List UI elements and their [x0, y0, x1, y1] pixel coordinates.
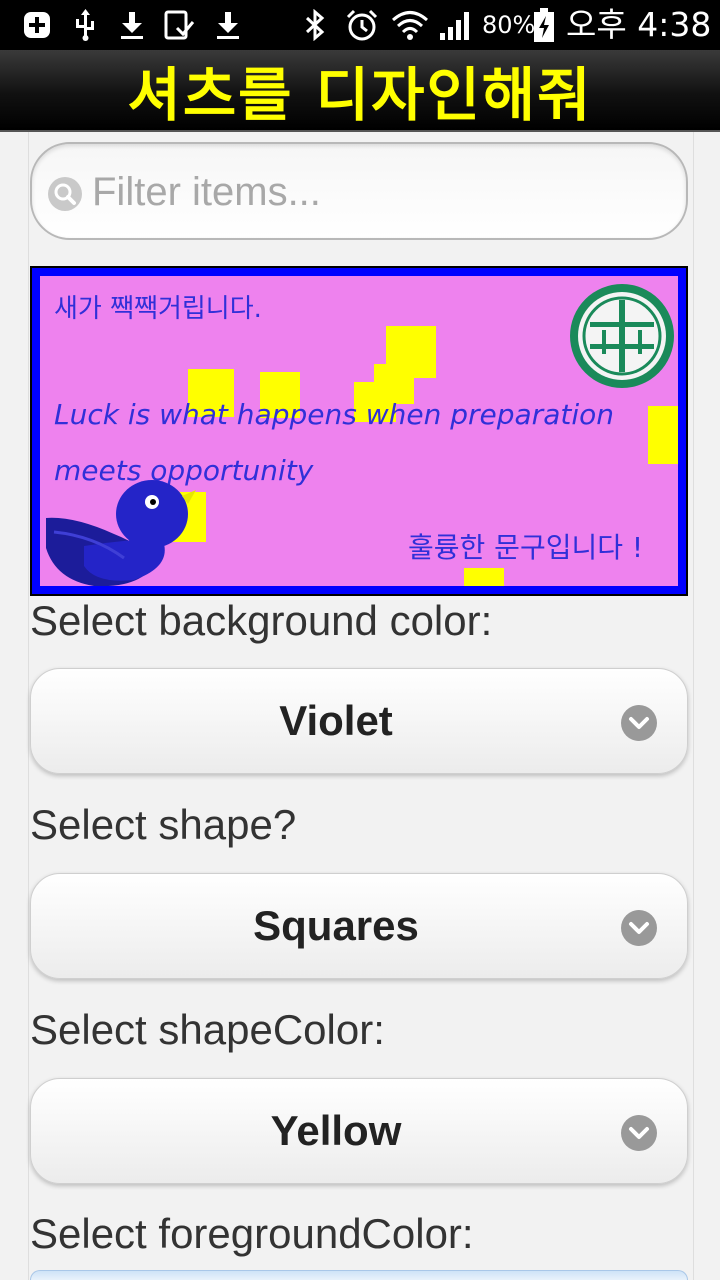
- emblem-logo: [568, 282, 676, 390]
- shape-select[interactable]: Squares: [30, 873, 688, 979]
- shape-color-value: Yellow: [270, 1107, 402, 1154]
- preview-top-text: 새가 짹짹거립니다.: [54, 294, 262, 324]
- shape-color-select[interactable]: Yellow: [30, 1078, 688, 1184]
- background-color-select[interactable]: Violet: [30, 668, 688, 774]
- search-input[interactable]: [92, 162, 672, 222]
- chevron-down-icon: [621, 705, 657, 741]
- preview-bottom-text: 훌륭한 문구입니다 !: [408, 531, 644, 564]
- screenshot-icon: [162, 8, 196, 42]
- square-shape: [464, 568, 504, 586]
- bird-image: [44, 476, 204, 586]
- usb-icon: [70, 8, 100, 42]
- battery-percent: 80%: [482, 11, 536, 39]
- download-icon: [212, 8, 244, 42]
- background-color-value: Violet: [279, 697, 393, 744]
- foreground-color-select[interactable]: [30, 1270, 688, 1280]
- preview-canvas: 새가 짹짹거립니다. Luck is what happens when pre…: [40, 276, 678, 586]
- chevron-down-icon: [621, 1115, 657, 1151]
- shape-label: Select shape?: [30, 801, 297, 848]
- search-icon: [48, 177, 82, 211]
- preview-border: 새가 짹짹거립니다. Luck is what happens when pre…: [32, 268, 686, 594]
- square-shape: [648, 406, 678, 464]
- search-box[interactable]: [30, 142, 688, 240]
- wifi-icon: [390, 8, 430, 42]
- shape-color-label: Select shapeColor:: [30, 1006, 385, 1053]
- background-color-label: Select background color:: [30, 597, 493, 644]
- shape-value: Squares: [253, 902, 419, 949]
- alarm-icon: [344, 8, 380, 42]
- page-title: 셔츠를 디자인해줘: [127, 61, 593, 129]
- bluetooth-icon: [300, 8, 330, 42]
- battery-icon: [532, 8, 556, 42]
- download-icon: [116, 8, 148, 42]
- status-bar: 80% 오후 4:38: [0, 0, 720, 50]
- title-bar: 셔츠를 디자인해줘: [0, 50, 720, 132]
- plus-icon: [22, 8, 52, 42]
- clock: 오후 4:38: [566, 5, 712, 44]
- signal-icon: [436, 8, 474, 42]
- chevron-down-icon: [621, 910, 657, 946]
- square-shape: [386, 326, 436, 378]
- preview-quote-line-1: Luck is what happens when preparation: [54, 398, 614, 431]
- shirt-preview: 새가 짹짹거립니다. Luck is what happens when pre…: [30, 266, 688, 596]
- foreground-color-label: Select foregroundColor:: [30, 1210, 474, 1257]
